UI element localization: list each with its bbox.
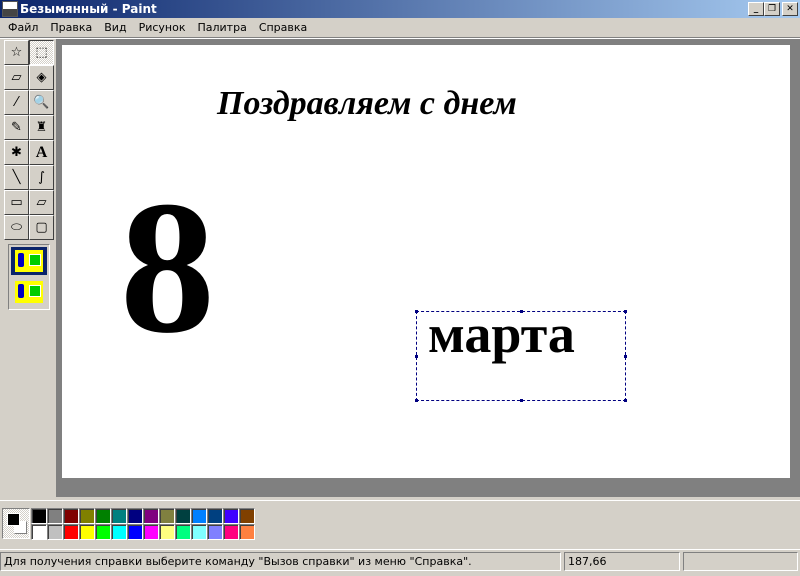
menu-view[interactable]: Вид [98,21,132,34]
color-swatch[interactable] [207,508,223,524]
tool-pencil[interactable]: ✎ [4,115,29,140]
rounded-rectangle-icon: ▢ [35,220,48,235]
color-swatch[interactable] [63,524,79,540]
status-help-text: Для получения справки выберите команду "… [0,552,561,571]
opaque-option[interactable] [11,247,47,275]
title-bar: Безымянный - Paint _ ❐ ✕ [0,0,800,18]
color-swatch[interactable] [223,524,239,540]
line-icon: ╲ [12,170,21,185]
color-swatch[interactable] [111,508,127,524]
tool-ellipse[interactable]: ⬭ [4,215,29,240]
resize-handle[interactable] [520,310,523,313]
tool-brush[interactable]: ♜ [29,115,54,140]
color-swatch[interactable] [31,508,47,524]
color-swatch[interactable] [191,524,207,540]
tool-color-picker[interactable]: ⁄ [4,90,29,115]
color-swatch[interactable] [63,508,79,524]
resize-handle[interactable] [624,355,627,358]
color-swatch[interactable] [127,524,143,540]
foreground-color [7,513,20,526]
minimize-button[interactable]: _ [748,2,764,16]
menu-image[interactable]: Рисунок [133,21,192,34]
airbrush-icon: ✱ [11,145,22,160]
tool-rectangle[interactable]: ▭ [4,190,29,215]
color-swatch[interactable] [191,508,207,524]
color-swatch[interactable] [79,524,95,540]
resize-handle[interactable] [415,355,418,358]
current-colors [2,508,30,539]
status-coordinates: 187,66 [564,552,680,571]
tool-eraser[interactable]: ▱ [4,65,29,90]
color-swatch[interactable] [207,524,223,540]
color-swatch[interactable] [47,524,63,540]
resize-handle[interactable] [520,399,523,402]
color-swatch[interactable] [31,524,47,540]
color-swatch[interactable] [143,508,159,524]
resize-handle[interactable] [415,310,418,313]
text-icon: A [35,143,48,161]
color-swatch[interactable] [79,508,95,524]
resize-handle[interactable] [624,399,627,402]
ellipse-icon: ⬭ [10,220,23,235]
brush-icon: ♜ [35,120,48,135]
menu-file[interactable]: Файл [2,21,44,34]
tool-free-select[interactable]: ☆ [4,40,29,65]
close-button[interactable]: ✕ [782,2,798,16]
pencil-icon: ✎ [11,120,22,135]
toolbox: ☆ ⬚ ▱ ◈ ⁄ 🔍 ✎ ♜ ✱ A ╲ ∫ ▭ ▱ ⬭ ▢ [2,40,56,310]
opaque-icon [15,250,43,272]
free-select-icon: ☆ [10,45,23,60]
magnifier-icon: 🔍 [33,95,50,110]
tool-text[interactable]: A [29,140,54,165]
curve-icon: ∫ [38,170,45,185]
tool-magnifier[interactable]: 🔍 [29,90,54,115]
paint-app-icon[interactable] [2,1,18,17]
eraser-icon: ▱ [11,70,22,85]
color-palette [0,500,800,546]
color-swatch[interactable] [127,508,143,524]
drawing-canvas[interactable]: Поздравляем с днем 8 марта [62,45,790,478]
greeting-text: Поздравляем с днем [217,85,517,122]
transparent-option[interactable] [11,278,47,306]
text-selection-box[interactable] [415,310,627,402]
status-bar: Для получения справки выберите команду "… [0,549,800,571]
tool-curve[interactable]: ∫ [29,165,54,190]
color-swatch[interactable] [239,524,255,540]
color-picker-icon: ⁄ [15,95,18,110]
menu-bar: Файл Правка Вид Рисунок Палитра Справка [0,18,800,37]
menu-help[interactable]: Справка [253,21,313,34]
tool-polygon[interactable]: ▱ [29,190,54,215]
tool-line[interactable]: ╲ [4,165,29,190]
menu-edit[interactable]: Правка [44,21,98,34]
color-swatch[interactable] [239,508,255,524]
color-swatch[interactable] [95,508,111,524]
rect-select-icon: ⬚ [35,45,48,60]
number-text: 8 [120,163,215,373]
resize-handle[interactable] [624,310,627,313]
color-swatch[interactable] [95,524,111,540]
fill-icon: ◈ [36,70,47,85]
tool-fill[interactable]: ◈ [29,65,54,90]
color-swatch[interactable] [111,524,127,540]
color-swatch[interactable] [159,508,175,524]
color-swatch[interactable] [143,524,159,540]
color-swatch[interactable] [47,508,63,524]
rectangle-icon: ▭ [10,195,23,210]
color-swatch[interactable] [159,524,175,540]
menu-colors[interactable]: Палитра [191,21,252,34]
tool-airbrush[interactable]: ✱ [4,140,29,165]
color-swatch[interactable] [175,508,191,524]
restore-button[interactable]: ❐ [764,2,780,16]
tool-rounded-rectangle[interactable]: ▢ [29,215,54,240]
tool-options [8,244,50,310]
transparent-icon [15,281,43,303]
status-size [683,552,798,571]
window-title: Безымянный - Paint [20,2,157,16]
polygon-icon: ▱ [36,195,47,210]
color-swatch[interactable] [175,524,191,540]
color-swatch[interactable] [223,508,239,524]
workspace: Поздравляем с днем 8 марта [56,39,800,497]
tool-rect-select[interactable]: ⬚ [29,40,54,65]
resize-handle[interactable] [415,399,418,402]
